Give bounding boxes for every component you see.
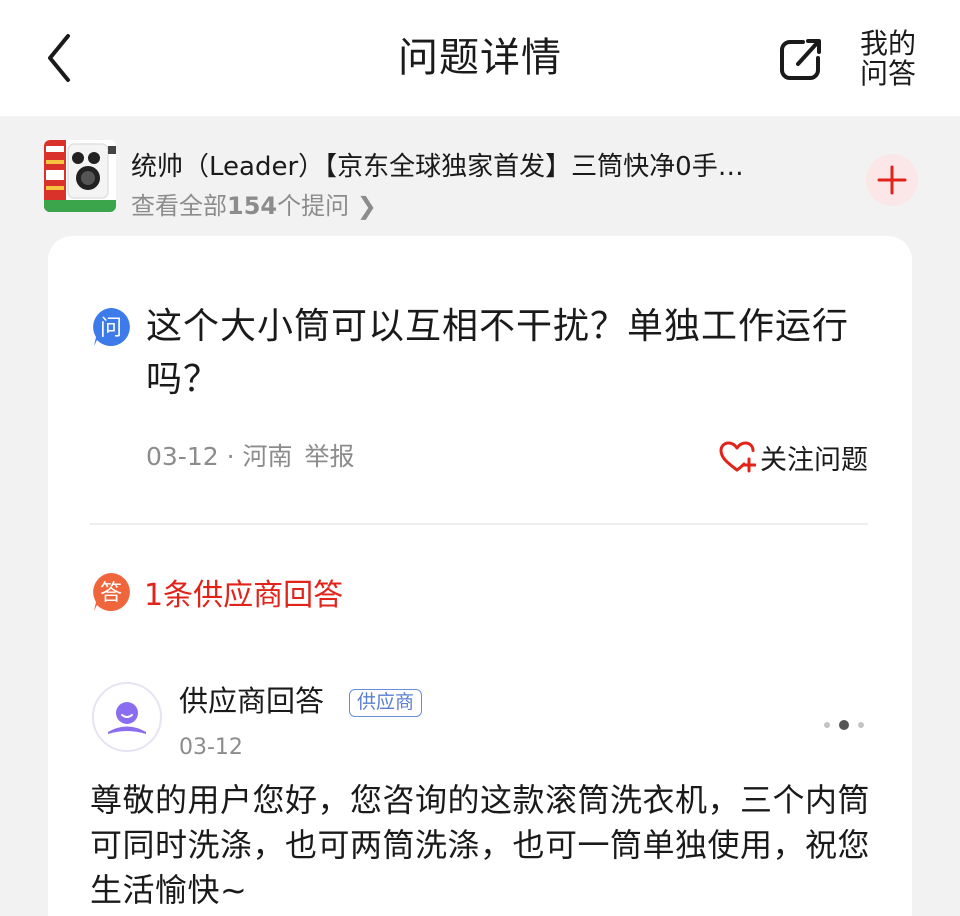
question-date-location: 03-12 · 河南 [146, 442, 293, 471]
washing-machine-product-image [44, 140, 116, 212]
question-card: 问 这个大小筒可以互相不干扰？单独工作运行吗？ 03-12 · 河南 举报 关注问… [48, 236, 912, 916]
question-count: 154 [227, 192, 278, 220]
answer-date: 03-12 [179, 735, 243, 760]
report-link[interactable]: 举报 [305, 442, 355, 471]
answer-text: 尊敬的用户您好，您咨询的这款滚筒洗衣机，三个内筒可同时洗涤，也可两筒洗涤，也可一… [90, 781, 871, 909]
view-all-questions-link[interactable]: 查看全部154个提问 ❯ [131, 191, 377, 221]
top-bar: 问题详情 我的 问答 [0, 0, 960, 116]
product-summary[interactable]: 统帅（Leader）【京东全球独家首发】三筒快净0手… 查看全部154个提问 ❯ [0, 116, 960, 234]
question-badge-icon: 问 [93, 308, 130, 346]
more-options-button[interactable] [822, 717, 868, 733]
answer-author: 供应商回答 [179, 684, 325, 718]
product-thumbnail[interactable] [44, 140, 116, 212]
view-all-prefix: 查看全部 [131, 192, 227, 220]
product-name[interactable]: 统帅（Leader）【京东全球独家首发】三筒快净0手… [131, 150, 831, 184]
ask-question-button[interactable] [866, 154, 918, 206]
share-button[interactable] [776, 34, 826, 84]
question-detail-page: 问题详情 我的 问答 统帅（Leader）【京东全球独家首发】三筒快净0手… 查… [0, 0, 960, 916]
heart-plus-icon [719, 441, 756, 473]
svg-text:问: 问 [100, 316, 122, 341]
my-qa-label-line1: 我的 [859, 27, 916, 60]
question-text: 这个大小筒可以互相不干扰？单独工作运行吗？ [146, 306, 850, 400]
my-qa-label-line2: 问答 [859, 57, 916, 90]
view-all-suffix: 个提问 ❯ [277, 192, 377, 220]
answer-count: 1条供应商回答 [144, 578, 344, 613]
follow-question-button[interactable]: 关注问题 [718, 439, 868, 476]
avatar[interactable] [92, 682, 162, 752]
share-icon [780, 39, 821, 80]
user-avatar-icon [108, 702, 146, 734]
plus-icon [877, 165, 907, 195]
more-dots-icon [824, 720, 864, 730]
divider [90, 523, 868, 525]
answer-badge-icon: 答 [93, 573, 130, 611]
supplier-badge: 供应商 [349, 689, 423, 717]
question-meta: 03-12 · 河南 举报 [146, 441, 355, 473]
my-qa-button[interactable]: 我的 问答 [856, 29, 920, 89]
follow-question-label: 关注问题 [760, 444, 868, 476]
svg-text:答: 答 [100, 581, 122, 606]
answer-count-header: 答 1条供应商回答 [90, 570, 343, 614]
